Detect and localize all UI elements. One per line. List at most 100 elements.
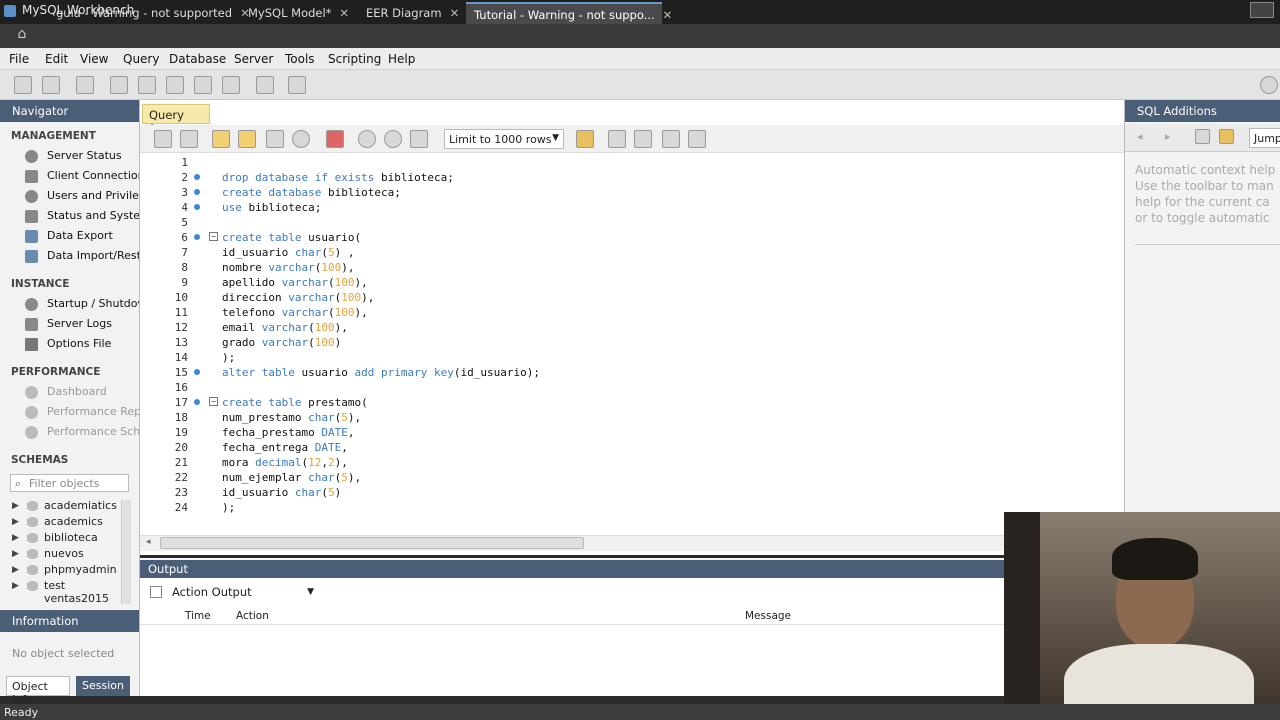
code-line[interactable]: 12 email varchar(100), — [140, 320, 1120, 335]
expand-arrow-icon[interactable]: ▶ — [12, 514, 19, 530]
home-icon[interactable]: ⌂ — [6, 26, 38, 46]
code-line[interactable]: 20 fecha_entrega DATE, — [140, 440, 1120, 455]
tab-tutorial[interactable]: Tutorial - Warning - not suppo... ✕ — [466, 2, 672, 24]
nav-status-variables[interactable]: Status and System Variables — [0, 206, 139, 226]
column-time[interactable]: Time — [185, 610, 211, 622]
save-icon[interactable] — [180, 130, 198, 148]
beautify-icon[interactable] — [608, 130, 626, 148]
sql-editor[interactable]: 1 2 drop database if exists biblioteca; 3 cr… — [140, 153, 1120, 573]
nav-data-import[interactable]: Data Import/Restore — [0, 246, 139, 266]
reconnect-icon[interactable] — [288, 76, 306, 94]
auto-help-icon[interactable] — [1219, 129, 1234, 144]
window-maximize-button[interactable] — [1250, 2, 1274, 18]
forward-icon[interactable]: ▸ — [1165, 130, 1171, 143]
find-icon[interactable] — [634, 130, 652, 148]
code-line[interactable]: 18 num_prestamo char(5), — [140, 410, 1120, 425]
code-line[interactable]: 3 create database biblioteca; — [140, 185, 1120, 200]
menu-edit[interactable]: Edit — [45, 52, 68, 66]
code-line[interactable]: 10 direccion varchar(100), — [140, 290, 1120, 305]
menu-file[interactable]: File — [9, 52, 29, 66]
inspector-icon[interactable] — [76, 76, 94, 94]
code-line[interactable]: 5 — [140, 215, 1120, 230]
tab-guia[interactable]: guia - Warning - not supported ✕ — [48, 2, 258, 24]
code-line[interactable]: 1 — [140, 155, 1120, 170]
scroll-left-icon[interactable]: ◂ — [146, 537, 151, 547]
tab-mysql-model[interactable]: MySQL Model* ✕ — [240, 2, 357, 24]
explain-icon[interactable] — [266, 130, 284, 148]
wrap-lines-icon[interactable] — [688, 130, 706, 148]
code-line[interactable]: 21 mora decimal(12,2), — [140, 455, 1120, 470]
open-file-icon[interactable] — [154, 130, 172, 148]
code-line[interactable]: 8 nombre varchar(100), — [140, 260, 1120, 275]
expand-arrow-icon[interactable]: ▶ — [12, 578, 19, 594]
nav-options-file[interactable]: Options File — [0, 334, 139, 354]
close-icon[interactable]: ✕ — [450, 6, 460, 20]
create-schema-icon[interactable] — [110, 76, 128, 94]
stop-icon[interactable] — [292, 130, 310, 148]
code-line[interactable]: 13 grado varchar(100) — [140, 335, 1120, 350]
create-table-icon[interactable] — [138, 76, 156, 94]
commit-icon[interactable] — [358, 130, 376, 148]
column-message[interactable]: Message — [745, 610, 791, 622]
nav-server-logs[interactable]: Server Logs — [0, 314, 139, 334]
invisible-chars-icon[interactable] — [662, 130, 680, 148]
nav-performance-reports[interactable]: Performance Reports — [0, 402, 139, 422]
create-view-icon[interactable] — [166, 76, 184, 94]
code-line[interactable]: 15 alter table usuario add primary key(id… — [140, 365, 1120, 380]
manual-help-icon[interactable] — [1195, 129, 1210, 144]
code-line[interactable]: 11 telefono varchar(100), — [140, 305, 1120, 320]
menu-view[interactable]: View — [80, 52, 108, 66]
code-line[interactable]: 17 − create table prestamo( — [140, 395, 1120, 410]
nav-startup-shutdown[interactable]: Startup / Shutdown — [0, 294, 139, 314]
code-line[interactable]: 23 id_usuario char(5) — [140, 485, 1120, 500]
create-function-icon[interactable] — [222, 76, 240, 94]
execute-current-icon[interactable] — [238, 130, 256, 148]
tab-eer-diagram[interactable]: EER Diagram ✕ — [358, 2, 467, 24]
nav-performance-schema[interactable]: Performance Schema Setup — [0, 422, 139, 442]
code-line[interactable]: 16 — [140, 380, 1120, 395]
code-line[interactable]: 22 num_ejemplar char(5), — [140, 470, 1120, 485]
new-sql-tab-icon[interactable] — [14, 76, 32, 94]
schema-filter-input[interactable]: ⌕ Filter objects — [10, 474, 129, 492]
menu-server[interactable]: Server — [234, 52, 273, 66]
search-table-data-icon[interactable] — [256, 76, 274, 94]
nav-users-privileges[interactable]: Users and Privileges — [0, 186, 139, 206]
column-action[interactable]: Action — [236, 610, 269, 622]
bookmark-icon[interactable] — [576, 130, 594, 148]
limit-rows-select[interactable]: Limit to 1000 rows ▼ — [444, 129, 564, 149]
code-line[interactable]: 7 id_usuario char(5) , — [140, 245, 1120, 260]
menu-scripting[interactable]: Scripting — [328, 52, 381, 66]
schema-item[interactable]: ▶ academics — [0, 514, 139, 530]
schema-item[interactable]: ▶ biblioteca — [0, 530, 139, 546]
code-line[interactable]: 9 apellido varchar(100), — [140, 275, 1120, 290]
expand-arrow-icon[interactable]: ▶ — [12, 546, 19, 562]
nav-server-status[interactable]: Server Status — [0, 146, 139, 166]
schema-item[interactable]: ▶ phpmyadmin — [0, 562, 139, 578]
jump-to-select[interactable]: Jump — [1249, 128, 1280, 148]
expand-arrow-icon[interactable]: ▶ — [12, 530, 19, 546]
nav-data-export[interactable]: Data Export — [0, 226, 139, 246]
settings-gear-icon[interactable] — [1260, 76, 1278, 94]
schema-item[interactable]: ▶ academiatics — [0, 498, 139, 514]
query-tab[interactable]: Query 1✕ — [142, 104, 210, 136]
expand-arrow-icon[interactable]: ▶ — [12, 562, 19, 578]
tab-session[interactable]: Session — [76, 676, 130, 696]
schema-scrollbar[interactable] — [121, 500, 131, 604]
execute-icon[interactable] — [212, 130, 230, 148]
output-type-select[interactable]: Action Output ▼ — [170, 584, 318, 602]
create-procedure-icon[interactable] — [194, 76, 212, 94]
fold-toggle-icon[interactable]: − — [209, 232, 218, 241]
close-icon[interactable]: ✕ — [339, 6, 349, 20]
schema-item[interactable]: ▶ test — [0, 578, 139, 594]
code-line[interactable]: 14); — [140, 350, 1120, 365]
schema-item[interactable]: ventas2015 — [0, 594, 139, 604]
fold-toggle-icon[interactable]: − — [209, 397, 218, 406]
toggle-error-icon[interactable] — [326, 130, 344, 148]
tab-object-info[interactable]: Object Info — [6, 676, 70, 706]
rollback-icon[interactable] — [384, 130, 402, 148]
menu-query[interactable]: Query — [123, 52, 159, 66]
copy-icon[interactable] — [150, 586, 162, 598]
code-line[interactable]: 2 drop database if exists biblioteca; — [140, 170, 1120, 185]
code-line[interactable]: 19 fecha_prestamo DATE, — [140, 425, 1120, 440]
close-icon[interactable]: ✕ — [663, 8, 673, 22]
